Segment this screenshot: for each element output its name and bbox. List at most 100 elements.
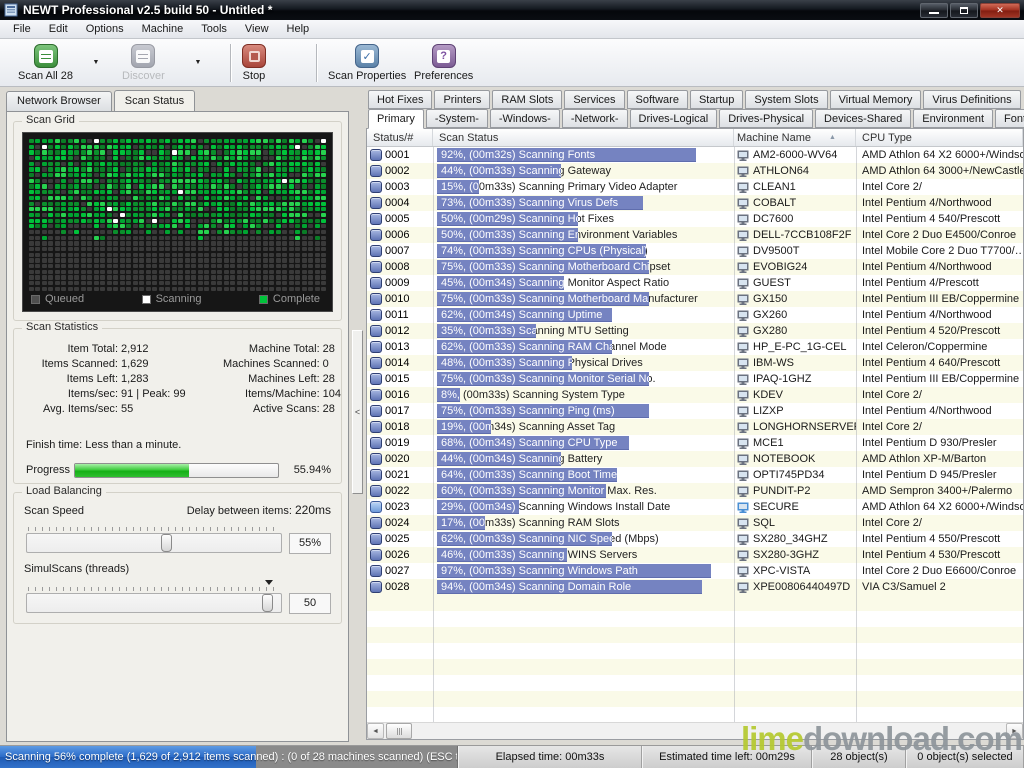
status-button[interactable]: [370, 261, 382, 273]
category-tab[interactable]: Fonts: [995, 109, 1024, 128]
close-button[interactable]: ✕: [980, 3, 1020, 18]
column-header-scan-status[interactable]: Scan Status: [433, 129, 734, 146]
category-tab[interactable]: System Slots: [745, 90, 827, 109]
scroll-left-icon[interactable]: ◄: [367, 723, 384, 739]
table-row[interactable]: 0002 44%, (00m33s) Scanning Gateway 44%,…: [367, 163, 1023, 179]
table-row[interactable]: 0028 94%, (00m34s) Scanning Domain Role …: [367, 579, 1023, 595]
table-row[interactable]: 0007 74%, (00m33s) Scanning CPUs (Physic…: [367, 243, 1023, 259]
table-row[interactable]: 0009 45%, (00m34s) Scanning Monitor Aspe…: [367, 275, 1023, 291]
discover-dropdown-icon[interactable]: ▼: [190, 53, 206, 71]
panel-splitter[interactable]: <: [352, 330, 363, 494]
status-button[interactable]: [370, 341, 382, 353]
status-button[interactable]: [370, 565, 382, 577]
table-row[interactable]: 0021 64%, (00m33s) Scanning Boot Time 64…: [367, 467, 1023, 483]
status-button[interactable]: [370, 501, 382, 513]
table-row[interactable]: 0023 29%, (00m34s) Scanning Windows Inst…: [367, 499, 1023, 515]
column-header-machine-name[interactable]: Machine Name ▲: [734, 129, 856, 146]
table-row[interactable]: 0001 92%, (00m32s) Scanning Fonts 92%, (…: [367, 147, 1023, 163]
category-tab[interactable]: Services: [564, 90, 624, 109]
category-tab[interactable]: Drives-Physical: [719, 109, 813, 128]
scan-all-dropdown-icon[interactable]: ▼: [88, 53, 104, 71]
column-header-cpu-type[interactable]: CPU Type: [856, 129, 1023, 146]
menu-item[interactable]: Edit: [40, 21, 77, 37]
status-button[interactable]: [370, 181, 382, 193]
table-row[interactable]: 0024 17%, (00m33s) Scanning RAM Slots 17…: [367, 515, 1023, 531]
scroll-thumb[interactable]: [386, 723, 412, 739]
status-button[interactable]: [370, 485, 382, 497]
status-button[interactable]: [370, 197, 382, 209]
status-button[interactable]: [370, 293, 382, 305]
category-tab[interactable]: -Windows-: [490, 109, 560, 128]
stop-button[interactable]: Stop: [238, 42, 270, 84]
status-button[interactable]: [370, 533, 382, 545]
table-row[interactable]: 0027 97%, (00m33s) Scanning Windows Path…: [367, 563, 1023, 579]
status-button[interactable]: [370, 437, 382, 449]
menu-item[interactable]: Help: [278, 21, 319, 37]
menu-item[interactable]: File: [4, 21, 40, 37]
left-tab[interactable]: Scan Status: [114, 90, 195, 111]
status-button[interactable]: [370, 213, 382, 225]
category-tab[interactable]: Hot Fixes: [368, 90, 432, 109]
table-row[interactable]: 0020 44%, (00m34s) Scanning Battery 44%,…: [367, 451, 1023, 467]
scan-speed-slider[interactable]: [26, 533, 282, 553]
menu-item[interactable]: Tools: [192, 21, 236, 37]
status-button[interactable]: [370, 421, 382, 433]
category-tab[interactable]: -System-: [426, 109, 488, 128]
table-row[interactable]: 0025 62%, (00m33s) Scanning NIC Speed (M…: [367, 531, 1023, 547]
status-button[interactable]: [370, 549, 382, 561]
left-tab[interactable]: Network Browser: [6, 91, 112, 111]
scan-properties-button[interactable]: ✓ Scan Properties: [324, 42, 410, 84]
table-row[interactable]: 0018 19%, (00m34s) Scanning Asset Tag 19…: [367, 419, 1023, 435]
category-tab[interactable]: Drives-Logical: [630, 109, 718, 128]
scan-speed-thumb[interactable]: [161, 534, 172, 552]
status-button[interactable]: [370, 229, 382, 241]
status-button[interactable]: [370, 309, 382, 321]
status-button[interactable]: [370, 165, 382, 177]
status-button[interactable]: [370, 357, 382, 369]
simulscans-slider[interactable]: [26, 593, 282, 613]
status-button[interactable]: [370, 277, 382, 289]
category-tab[interactable]: Virtual Memory: [830, 90, 922, 109]
status-button[interactable]: [370, 245, 382, 257]
table-row[interactable]: 0017 75%, (00m33s) Scanning Ping (ms) 75…: [367, 403, 1023, 419]
menu-item[interactable]: Options: [77, 21, 133, 37]
table-row[interactable]: 0005 50%, (00m29s) Scanning Hot Fixes 50…: [367, 211, 1023, 227]
status-button[interactable]: [370, 405, 382, 417]
minimize-button[interactable]: [920, 3, 948, 18]
maximize-button[interactable]: [950, 3, 978, 18]
discover-button[interactable]: Discover: [118, 42, 169, 84]
status-button[interactable]: [370, 581, 382, 593]
table-row[interactable]: 0026 46%, (00m33s) Scanning WINS Servers…: [367, 547, 1023, 563]
status-button[interactable]: [370, 373, 382, 385]
status-button[interactable]: [370, 517, 382, 529]
table-row[interactable]: 0004 73%, (00m33s) Scanning Virus Defs 7…: [367, 195, 1023, 211]
status-button[interactable]: [370, 325, 382, 337]
table-row[interactable]: 0019 68%, (00m34s) Scanning CPU Type 68%…: [367, 435, 1023, 451]
status-button[interactable]: [370, 469, 382, 481]
table-row[interactable]: 0013 62%, (00m33s) Scanning RAM Channel …: [367, 339, 1023, 355]
horizontal-scrollbar[interactable]: ◄ ►: [367, 722, 1023, 739]
table-row[interactable]: 0006 50%, (00m33s) Scanning Environment …: [367, 227, 1023, 243]
category-tab[interactable]: RAM Slots: [492, 90, 562, 109]
scan-all-button[interactable]: Scan All 28: [14, 42, 77, 84]
table-row[interactable]: 0022 60%, (00m33s) Scanning Monitor Max.…: [367, 483, 1023, 499]
table-row[interactable]: 0015 75%, (00m33s) Scanning Monitor Seri…: [367, 371, 1023, 387]
menu-item[interactable]: View: [236, 21, 278, 37]
category-tab[interactable]: -Network-: [562, 109, 628, 128]
category-tab[interactable]: Primary: [368, 109, 424, 129]
category-tab[interactable]: Software: [627, 90, 688, 109]
category-tab[interactable]: Virus Definitions: [923, 90, 1020, 109]
preferences-button[interactable]: ? Preferences: [410, 42, 477, 84]
status-button[interactable]: [370, 389, 382, 401]
category-tab[interactable]: Environment: [913, 109, 993, 128]
table-row[interactable]: 0010 75%, (00m33s) Scanning Motherboard …: [367, 291, 1023, 307]
simulscans-thumb[interactable]: [262, 594, 273, 612]
category-tab[interactable]: Devices-Shared: [815, 109, 911, 128]
status-button[interactable]: [370, 149, 382, 161]
table-row[interactable]: 0011 62%, (00m34s) Scanning Uptime 62%, …: [367, 307, 1023, 323]
table-row[interactable]: 0016 8%, (00m33s) Scanning System Type 8…: [367, 387, 1023, 403]
table-row[interactable]: 0008 75%, (00m33s) Scanning Motherboard …: [367, 259, 1023, 275]
column-header-status[interactable]: Status/#: [367, 129, 433, 146]
scroll-right-icon[interactable]: ►: [1006, 723, 1023, 739]
category-tab[interactable]: Printers: [434, 90, 490, 109]
